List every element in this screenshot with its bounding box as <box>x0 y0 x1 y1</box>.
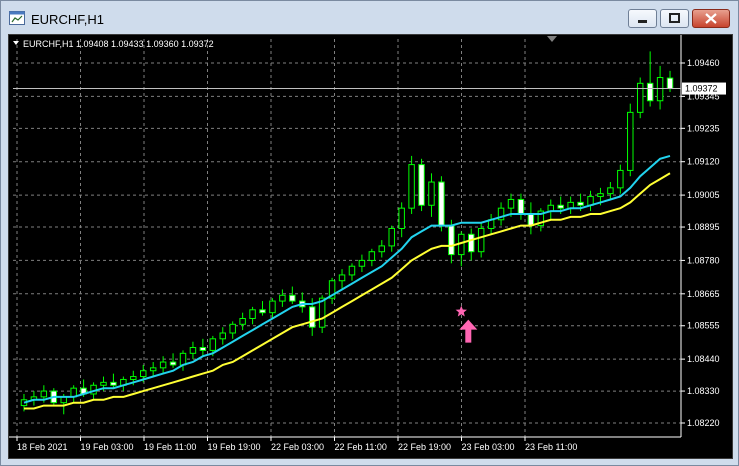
dropdown-triangle-icon[interactable] <box>13 41 19 45</box>
candle-bear <box>517 198 525 215</box>
candle-bear <box>169 361 177 366</box>
candle-bear <box>527 213 535 227</box>
minimize-button[interactable] <box>628 9 657 28</box>
y-tick-label: 1.08330 <box>687 386 720 396</box>
candle-bull <box>428 181 435 206</box>
candle-bull <box>189 347 197 354</box>
y-tick-label: 1.08665 <box>687 289 720 299</box>
candle-bull <box>100 381 107 386</box>
x-tick-label: 23 Feb 03:00 <box>462 442 515 452</box>
candle-bull <box>269 300 276 314</box>
candle-bull <box>358 259 366 267</box>
symbol-ohlc-label: EURCHF,H1 1.09408 1.09433 1.09360 1.0937… <box>23 39 214 49</box>
candle-bull <box>149 367 157 372</box>
candle-bear <box>666 77 674 90</box>
y-tick-label: 1.08780 <box>687 255 720 265</box>
candle-bull <box>636 82 644 113</box>
candle-bull <box>219 332 226 340</box>
chart-shift-marker-icon[interactable] <box>547 36 557 42</box>
x-tick-label: 19 Feb 19:00 <box>208 442 261 452</box>
price-chart[interactable]: 1.09460 1.09345 1.09235 1.09120 1.09005 1.088… <box>8 34 733 459</box>
candle-bear <box>110 381 117 386</box>
candle-bear <box>468 233 475 253</box>
x-tick-label: 19 Feb 03:00 <box>81 442 134 452</box>
y-tick-label: 1.09460 <box>687 58 720 68</box>
candle-bull <box>507 198 515 209</box>
candles <box>20 51 674 415</box>
window-title: EURCHF,H1 <box>31 12 104 27</box>
candle-bull <box>607 187 614 195</box>
y-tick-label: 1.08895 <box>687 222 720 232</box>
chart-header: EURCHF,H1 1.09408 1.09433 1.09360 1.0937… <box>13 39 214 49</box>
y-tick-label: 1.09120 <box>687 157 720 167</box>
candle-bull <box>388 227 395 247</box>
candle-bull <box>338 274 346 282</box>
candle-bull <box>249 309 256 319</box>
candle-bull <box>368 251 376 261</box>
signal-markers <box>455 305 478 343</box>
candle-bull <box>209 338 217 351</box>
close-icon <box>705 13 717 24</box>
y-tick-label: 1.09005 <box>687 190 720 200</box>
candle-bear <box>646 82 654 102</box>
x-tick-label: 18 Feb 2021 <box>17 442 68 452</box>
candle-bull <box>656 77 664 102</box>
minimize-icon <box>638 20 647 23</box>
candle-bear <box>438 181 445 227</box>
y-tick-label: 1.08555 <box>687 321 720 331</box>
signal-up-arrow-icon <box>459 319 478 343</box>
candle-bull <box>398 207 405 229</box>
candle-bear <box>308 306 316 328</box>
x-tick-label: 22 Feb 19:00 <box>398 442 451 452</box>
current-price-label: 1.09372 <box>685 84 718 94</box>
candle-bull <box>239 317 246 325</box>
signal-star-icon <box>455 305 467 317</box>
candle-bear <box>557 204 564 209</box>
candle-bull <box>279 294 286 302</box>
candle-bear <box>448 225 455 256</box>
y-tick-label: 1.09235 <box>687 123 720 133</box>
candle-bear <box>289 294 296 302</box>
maximize-icon <box>669 13 680 23</box>
candle-bull <box>348 265 356 276</box>
candlestick-chart[interactable]: 1.094601.093451.092351.091201.090051.088… <box>9 35 732 458</box>
x-tick-label: 22 Feb 03:00 <box>271 442 324 452</box>
candle-bull <box>477 227 485 253</box>
chart-window-icon <box>9 11 25 25</box>
x-tick-label: 19 Feb 11:00 <box>144 442 196 452</box>
y-tick-label: 1.08220 <box>687 418 720 428</box>
candle-bull <box>408 164 415 209</box>
ma-fast-line <box>23 154 671 404</box>
candle-bear <box>418 164 425 206</box>
candle-bull <box>40 390 48 398</box>
y-tick-label: 1.08440 <box>687 354 720 364</box>
candle-bull <box>130 376 137 380</box>
chart-window: EURCHF,H1 1.09460 1.09345 1.09235 1.09120 1.… <box>0 0 739 466</box>
maximize-button[interactable] <box>660 9 689 28</box>
candle-bull <box>229 323 236 334</box>
candle-bull <box>617 169 624 189</box>
candle-bear <box>199 347 207 351</box>
candle-bull <box>159 361 167 369</box>
x-tick-label: 22 Feb 11:00 <box>335 442 387 452</box>
candle-bull <box>378 245 386 253</box>
candle-bull <box>627 111 634 171</box>
x-tick-label: 23 Feb 11:00 <box>525 442 577 452</box>
close-button[interactable] <box>692 9 730 28</box>
axes: 1.094601.093451.092351.091201.090051.088… <box>9 35 726 452</box>
candle-bull <box>179 352 187 366</box>
moving-averages <box>23 154 671 410</box>
title-bar[interactable]: EURCHF,H1 <box>1 1 738 35</box>
candle-bear <box>577 201 584 206</box>
candle-bull <box>597 193 604 198</box>
candle-bull <box>140 370 147 378</box>
candle-bear <box>259 309 266 314</box>
